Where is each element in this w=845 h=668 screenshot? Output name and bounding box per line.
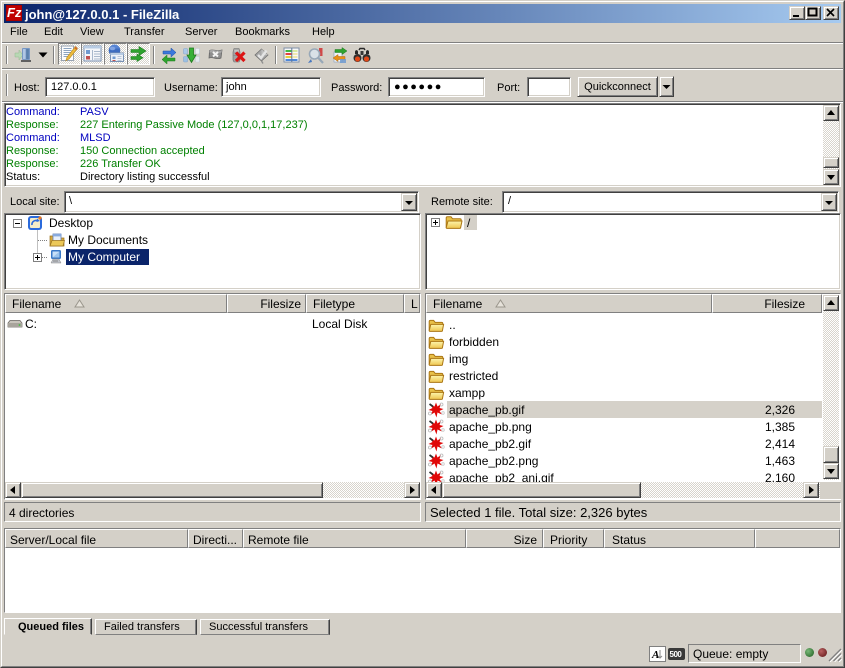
svg-text:Fz: Fz xyxy=(7,5,22,20)
svg-text:A: A xyxy=(651,649,659,661)
